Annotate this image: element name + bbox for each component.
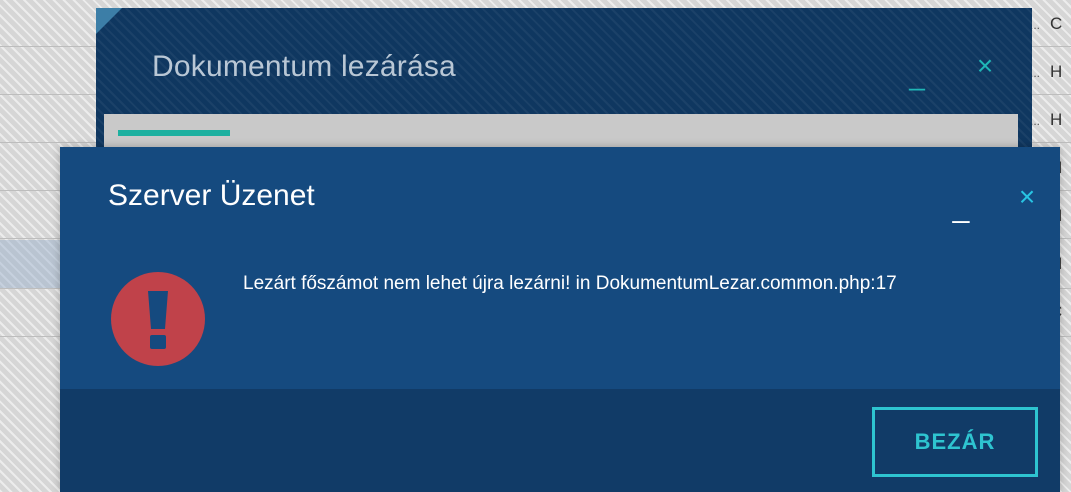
- minimize-button[interactable]: _: [906, 62, 928, 90]
- close-icon[interactable]: ×: [1014, 183, 1040, 211]
- document-close-dialog: Dokumentum lezárása _ ×: [96, 8, 1032, 158]
- list-item-letter: H: [1050, 110, 1063, 129]
- minimize-button[interactable]: _: [948, 193, 974, 223]
- dialog-corner-marker: [96, 8, 122, 34]
- list-item-letter: H: [1050, 62, 1063, 81]
- server-message-dialog: Szerver Üzenet _ × Lezárt főszámot nem l…: [60, 147, 1060, 492]
- exclamation-circle-icon: [111, 272, 205, 366]
- dialog-title: Dokumentum lezárása: [152, 50, 456, 83]
- list-item-letter: C: [1050, 14, 1063, 33]
- dialog-footer: BEZÁR: [60, 389, 1060, 492]
- close-icon[interactable]: ×: [972, 52, 998, 80]
- progress-bar: [118, 130, 230, 136]
- close-button[interactable]: BEZÁR: [872, 407, 1038, 477]
- error-message: Lezárt főszámot nem lehet újra lezárni! …: [243, 273, 897, 294]
- dialog-title: Szerver Üzenet: [108, 179, 315, 212]
